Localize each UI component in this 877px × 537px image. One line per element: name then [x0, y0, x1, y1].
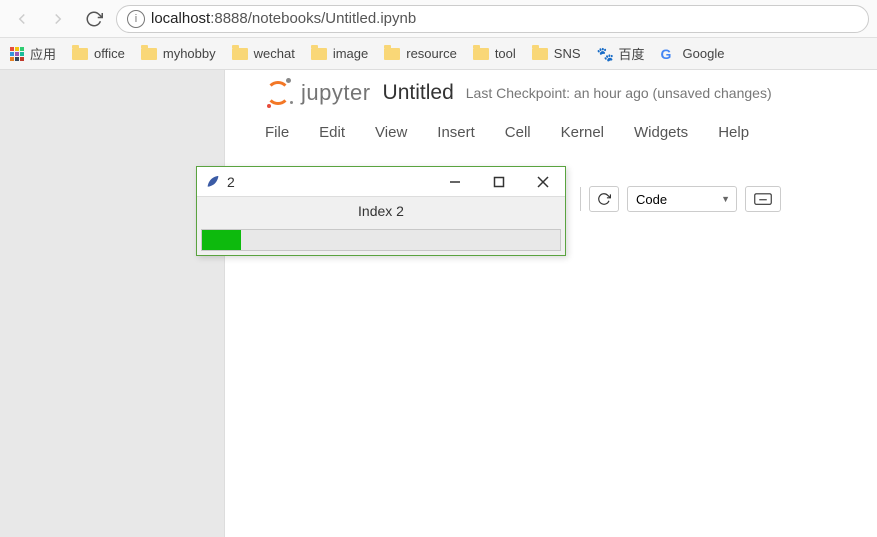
bookmark-myhobby[interactable]: myhobby — [141, 46, 216, 61]
command-palette-button[interactable] — [745, 186, 781, 212]
folder-icon — [72, 48, 88, 60]
tkinter-window[interactable]: 2 Index 2 — [196, 166, 566, 256]
menu-cell[interactable]: Cell — [505, 124, 531, 141]
address-bar[interactable]: i localhost:8888/notebooks/Untitled.ipyn… — [116, 5, 869, 33]
bookmark-baidu[interactable]: 🐾百度 — [597, 44, 645, 63]
folder-icon — [311, 48, 327, 60]
maximize-button[interactable] — [477, 167, 521, 197]
content-area: jupyter Untitled Last Checkpoint: an hou… — [0, 70, 877, 537]
bookmark-wechat[interactable]: wechat — [232, 46, 295, 61]
folder-icon — [232, 48, 248, 60]
window-controls — [433, 167, 565, 197]
menu-file[interactable]: File — [265, 124, 289, 141]
menu-kernel[interactable]: Kernel — [561, 124, 604, 141]
bookmark-resource[interactable]: resource — [384, 46, 457, 61]
reload-button[interactable] — [80, 5, 108, 33]
progress-fill — [202, 230, 241, 250]
tkinter-titlebar[interactable]: 2 — [197, 167, 565, 197]
menu-view[interactable]: View — [375, 124, 407, 141]
baidu-icon: 🐾 — [597, 46, 613, 62]
jupyter-brand: jupyter — [301, 80, 371, 106]
jupyter-header: jupyter Untitled Last Checkpoint: an hou… — [225, 70, 877, 108]
toolbar-separator — [580, 187, 581, 211]
menu-help[interactable]: Help — [718, 124, 749, 141]
bookmark-office[interactable]: office — [72, 46, 125, 61]
apps-shortcut[interactable]: 应用 — [10, 44, 56, 63]
apps-label: 应用 — [30, 44, 56, 63]
left-gutter — [0, 70, 225, 537]
tk-icon — [205, 174, 221, 190]
jupyter-mark-icon — [263, 78, 293, 108]
progress-bar — [201, 229, 561, 251]
forward-button[interactable] — [44, 5, 72, 33]
menu-insert[interactable]: Insert — [437, 124, 475, 141]
browser-nav: i localhost:8888/notebooks/Untitled.ipyn… — [0, 0, 877, 38]
tkinter-title: 2 — [227, 174, 433, 190]
google-icon: G — [661, 46, 677, 62]
back-button[interactable] — [8, 5, 36, 33]
bookmark-sns[interactable]: SNS — [532, 46, 581, 61]
cell-type-select[interactable]: Code — [627, 186, 737, 212]
info-icon: i — [127, 10, 145, 28]
folder-icon — [384, 48, 400, 60]
tkinter-body: Index 2 — [197, 197, 565, 251]
cell-type-value: Code — [636, 192, 667, 207]
index-label: Index 2 — [197, 197, 565, 225]
bookmarks-bar: 应用 office myhobby wechat image resource … — [0, 38, 877, 70]
menu-edit[interactable]: Edit — [319, 124, 345, 141]
jupyter-toolbar: Code — [580, 186, 781, 212]
url-text: localhost:8888/notebooks/Untitled.ipynb — [151, 10, 416, 27]
jupyter-menu: File Edit View Insert Cell Kernel Widget… — [225, 108, 877, 151]
notebook-area: jupyter Untitled Last Checkpoint: an hou… — [225, 70, 877, 537]
folder-icon — [473, 48, 489, 60]
folder-icon — [141, 48, 157, 60]
minimize-button[interactable] — [433, 167, 477, 197]
restart-kernel-button[interactable] — [589, 186, 619, 212]
notebook-title[interactable]: Untitled — [383, 81, 454, 105]
bookmark-tool[interactable]: tool — [473, 46, 516, 61]
close-button[interactable] — [521, 167, 565, 197]
folder-icon — [532, 48, 548, 60]
menu-widgets[interactable]: Widgets — [634, 124, 688, 141]
apps-icon — [10, 47, 24, 61]
bookmark-google[interactable]: G Google — [661, 46, 725, 62]
bookmark-image[interactable]: image — [311, 46, 368, 61]
checkpoint-text: Last Checkpoint: an hour ago (unsaved ch… — [466, 85, 772, 101]
jupyter-logo[interactable]: jupyter — [263, 78, 371, 108]
